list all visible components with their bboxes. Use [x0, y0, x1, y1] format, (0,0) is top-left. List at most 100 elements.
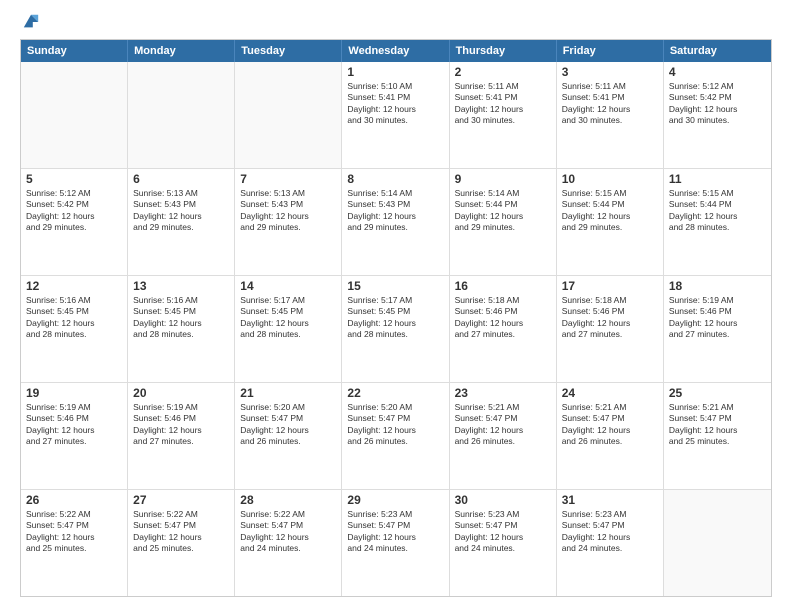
calendar-cell: 3 Sunrise: 5:11 AM Sunset: 5:41 PM Daylig…	[557, 62, 664, 168]
calendar-cell: 27 Sunrise: 5:22 AM Sunset: 5:47 PM Dayli…	[128, 490, 235, 596]
day-number: 24	[562, 386, 658, 400]
day-number: 11	[669, 172, 766, 186]
weekday-header: Tuesday	[235, 40, 342, 62]
day-info: Sunrise: 5:21 AM Sunset: 5:47 PM Dayligh…	[455, 402, 551, 448]
logo	[20, 15, 40, 31]
day-number: 3	[562, 65, 658, 79]
day-info: Sunrise: 5:22 AM Sunset: 5:47 PM Dayligh…	[133, 509, 229, 555]
day-number: 8	[347, 172, 443, 186]
day-info: Sunrise: 5:18 AM Sunset: 5:46 PM Dayligh…	[562, 295, 658, 341]
calendar-cell: 14 Sunrise: 5:17 AM Sunset: 5:45 PM Dayli…	[235, 276, 342, 382]
calendar-cell: 7 Sunrise: 5:13 AM Sunset: 5:43 PM Daylig…	[235, 169, 342, 275]
day-info: Sunrise: 5:23 AM Sunset: 5:47 PM Dayligh…	[562, 509, 658, 555]
weekday-header: Sunday	[21, 40, 128, 62]
day-number: 21	[240, 386, 336, 400]
weekday-header: Saturday	[664, 40, 771, 62]
calendar-row: 5 Sunrise: 5:12 AM Sunset: 5:42 PM Daylig…	[21, 168, 771, 275]
calendar-cell: 2Sunrise: 5:11 AM Sunset: 5:41 PM Daylig…	[450, 62, 557, 168]
day-info: Sunrise: 5:16 AM Sunset: 5:45 PM Dayligh…	[133, 295, 229, 341]
calendar-cell: 5 Sunrise: 5:12 AM Sunset: 5:42 PM Daylig…	[21, 169, 128, 275]
day-info: Sunrise: 5:11 AM Sunset: 5:41 PM Dayligh…	[562, 81, 658, 127]
day-number: 5	[26, 172, 122, 186]
calendar-cell: 13Sunrise: 5:16 AM Sunset: 5:45 PM Dayli…	[128, 276, 235, 382]
calendar-cell: 15 Sunrise: 5:17 AM Sunset: 5:45 PM Dayli…	[342, 276, 449, 382]
weekday-header: Wednesday	[342, 40, 449, 62]
calendar-cell: 16 Sunrise: 5:18 AM Sunset: 5:46 PM Dayli…	[450, 276, 557, 382]
calendar-cell: 31 Sunrise: 5:23 AM Sunset: 5:47 PM Dayli…	[557, 490, 664, 596]
day-info: Sunrise: 5:21 AM Sunset: 5:47 PM Dayligh…	[669, 402, 766, 448]
day-info: Sunrise: 5:15 AM Sunset: 5:44 PM Dayligh…	[562, 188, 658, 234]
weekday-header: Friday	[557, 40, 664, 62]
day-info: Sunrise: 5:22 AM Sunset: 5:47 PM Dayligh…	[26, 509, 122, 555]
day-info: Sunrise: 5:20 AM Sunset: 5:47 PM Dayligh…	[347, 402, 443, 448]
page: SundayMondayTuesdayWednesdayThursdayFrid…	[0, 0, 792, 612]
calendar-cell: 6 Sunrise: 5:13 AM Sunset: 5:43 PM Daylig…	[128, 169, 235, 275]
calendar-cell: 4 Sunrise: 5:12 AM Sunset: 5:42 PM Daylig…	[664, 62, 771, 168]
day-number: 15	[347, 279, 443, 293]
logo-icon	[22, 13, 40, 31]
day-number: 29	[347, 493, 443, 507]
weekday-header: Monday	[128, 40, 235, 62]
day-number: 19	[26, 386, 122, 400]
day-number: 14	[240, 279, 336, 293]
day-info: Sunrise: 5:12 AM Sunset: 5:42 PM Dayligh…	[26, 188, 122, 234]
day-number: 31	[562, 493, 658, 507]
calendar-cell	[21, 62, 128, 168]
calendar-row: 19 Sunrise: 5:19 AM Sunset: 5:46 PM Dayli…	[21, 382, 771, 489]
header	[20, 15, 772, 31]
calendar-cell: 30 Sunrise: 5:23 AM Sunset: 5:47 PM Dayli…	[450, 490, 557, 596]
day-info: Sunrise: 5:19 AM Sunset: 5:46 PM Dayligh…	[26, 402, 122, 448]
day-info: Sunrise: 5:18 AM Sunset: 5:46 PM Dayligh…	[455, 295, 551, 341]
day-info: Sunrise: 5:19 AM Sunset: 5:46 PM Dayligh…	[133, 402, 229, 448]
calendar-cell: 26 Sunrise: 5:22 AM Sunset: 5:47 PM Dayli…	[21, 490, 128, 596]
day-number: 16	[455, 279, 551, 293]
calendar-cell: 12Sunrise: 5:16 AM Sunset: 5:45 PM Dayli…	[21, 276, 128, 382]
day-info: Sunrise: 5:23 AM Sunset: 5:47 PM Dayligh…	[455, 509, 551, 555]
calendar-cell: 9 Sunrise: 5:14 AM Sunset: 5:44 PM Daylig…	[450, 169, 557, 275]
calendar-cell: 22Sunrise: 5:20 AM Sunset: 5:47 PM Dayli…	[342, 383, 449, 489]
day-number: 20	[133, 386, 229, 400]
day-number: 25	[669, 386, 766, 400]
day-info: Sunrise: 5:11 AM Sunset: 5:41 PM Dayligh…	[455, 81, 551, 127]
day-number: 30	[455, 493, 551, 507]
day-info: Sunrise: 5:13 AM Sunset: 5:43 PM Dayligh…	[133, 188, 229, 234]
day-info: Sunrise: 5:15 AM Sunset: 5:44 PM Dayligh…	[669, 188, 766, 234]
calendar-cell: 17 Sunrise: 5:18 AM Sunset: 5:46 PM Dayli…	[557, 276, 664, 382]
day-number: 7	[240, 172, 336, 186]
calendar-row: 12Sunrise: 5:16 AM Sunset: 5:45 PM Dayli…	[21, 275, 771, 382]
day-info: Sunrise: 5:17 AM Sunset: 5:45 PM Dayligh…	[347, 295, 443, 341]
calendar-cell: 11 Sunrise: 5:15 AM Sunset: 5:44 PM Dayli…	[664, 169, 771, 275]
day-info: Sunrise: 5:14 AM Sunset: 5:43 PM Dayligh…	[347, 188, 443, 234]
day-number: 23	[455, 386, 551, 400]
day-info: Sunrise: 5:16 AM Sunset: 5:45 PM Dayligh…	[26, 295, 122, 341]
calendar-cell: 20 Sunrise: 5:19 AM Sunset: 5:46 PM Dayli…	[128, 383, 235, 489]
day-info: Sunrise: 5:13 AM Sunset: 5:43 PM Dayligh…	[240, 188, 336, 234]
calendar-cell: 18Sunrise: 5:19 AM Sunset: 5:46 PM Dayli…	[664, 276, 771, 382]
day-number: 6	[133, 172, 229, 186]
day-number: 1	[347, 65, 443, 79]
calendar-body: 1Sunrise: 5:10 AM Sunset: 5:41 PM Daylig…	[21, 62, 771, 596]
calendar-cell: 10 Sunrise: 5:15 AM Sunset: 5:44 PM Dayli…	[557, 169, 664, 275]
calendar: SundayMondayTuesdayWednesdayThursdayFrid…	[20, 39, 772, 597]
calendar-cell	[664, 490, 771, 596]
day-number: 17	[562, 279, 658, 293]
calendar-cell: 1Sunrise: 5:10 AM Sunset: 5:41 PM Daylig…	[342, 62, 449, 168]
day-number: 10	[562, 172, 658, 186]
day-number: 27	[133, 493, 229, 507]
calendar-cell: 23 Sunrise: 5:21 AM Sunset: 5:47 PM Dayli…	[450, 383, 557, 489]
calendar-cell: 24 Sunrise: 5:21 AM Sunset: 5:47 PM Dayli…	[557, 383, 664, 489]
day-number: 26	[26, 493, 122, 507]
day-number: 9	[455, 172, 551, 186]
calendar-row: 26 Sunrise: 5:22 AM Sunset: 5:47 PM Dayli…	[21, 489, 771, 596]
day-info: Sunrise: 5:14 AM Sunset: 5:44 PM Dayligh…	[455, 188, 551, 234]
calendar-cell: 21Sunrise: 5:20 AM Sunset: 5:47 PM Dayli…	[235, 383, 342, 489]
day-info: Sunrise: 5:21 AM Sunset: 5:47 PM Dayligh…	[562, 402, 658, 448]
calendar-cell: 25 Sunrise: 5:21 AM Sunset: 5:47 PM Dayli…	[664, 383, 771, 489]
day-info: Sunrise: 5:12 AM Sunset: 5:42 PM Dayligh…	[669, 81, 766, 127]
calendar-cell: 19 Sunrise: 5:19 AM Sunset: 5:46 PM Dayli…	[21, 383, 128, 489]
day-number: 4	[669, 65, 766, 79]
day-number: 18	[669, 279, 766, 293]
day-info: Sunrise: 5:17 AM Sunset: 5:45 PM Dayligh…	[240, 295, 336, 341]
day-info: Sunrise: 5:23 AM Sunset: 5:47 PM Dayligh…	[347, 509, 443, 555]
calendar-cell: 29 Sunrise: 5:23 AM Sunset: 5:47 PM Dayli…	[342, 490, 449, 596]
